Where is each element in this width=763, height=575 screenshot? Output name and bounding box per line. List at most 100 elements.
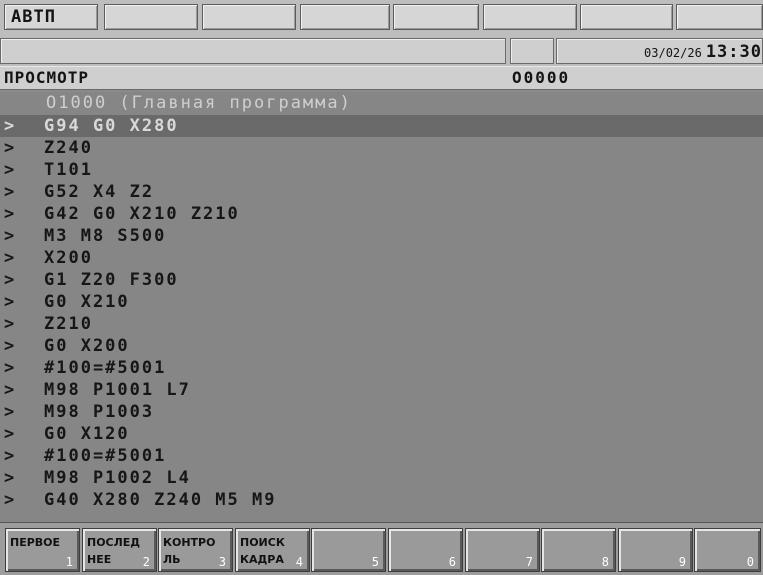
program-line[interactable]: > M98 P1003 — [0, 401, 763, 423]
program-line[interactable]: > G1 Z20 F300 — [0, 269, 763, 291]
line-code: G40 X280 Z240 M5 M9 — [44, 490, 277, 510]
line-marker: > — [4, 402, 15, 422]
program-line[interactable]: > G42 G0 X210 Z210 — [0, 203, 763, 225]
program-line[interactable]: > M3 M8 S500 — [0, 225, 763, 247]
softkey-7[interactable]: 7 — [465, 528, 540, 572]
line-code: G52 X4 Z2 — [44, 182, 155, 202]
softkey-number: 2 — [142, 555, 150, 569]
datetime-field: 03/02/26 13:30 — [556, 38, 763, 64]
line-code: G94 G0 X280 — [44, 116, 179, 136]
line-marker: > — [4, 204, 15, 224]
line-code: #100=#5001 — [44, 358, 167, 378]
line-code: T101 — [44, 160, 93, 180]
softkey-number: 9 — [678, 555, 686, 569]
softkey-label: КОНТРО ЛЬ — [163, 536, 216, 566]
program-line[interactable]: > G0 X120 — [0, 423, 763, 445]
screen-title: ПРОСМОТР — [4, 68, 90, 87]
mode-indicator: АВТП — [4, 4, 98, 30]
line-marker: > — [4, 248, 15, 268]
line-code: M98 P1002 L4 — [44, 468, 191, 488]
softkey-label: ПОСЛЕД НЕЕ — [87, 536, 141, 566]
status-slot-1 — [104, 4, 198, 30]
time: 13:30 — [705, 42, 762, 62]
softkey-number: 6 — [448, 555, 456, 569]
line-code: G42 G0 X210 Z210 — [44, 204, 240, 224]
line-marker: > — [4, 270, 15, 290]
line-code: G1 Z20 F300 — [44, 270, 179, 290]
status-slot-2 — [202, 4, 296, 30]
line-marker: > — [4, 314, 15, 334]
softkey-number: 0 — [746, 555, 754, 569]
softkey-number: 4 — [295, 555, 303, 569]
line-marker: > — [4, 292, 15, 312]
line-marker: > — [4, 424, 15, 444]
status-slot-6 — [580, 4, 673, 30]
line-code: Z240 — [44, 138, 93, 158]
line-marker: > — [4, 116, 15, 136]
softkey-4[interactable]: ПОИСК КАДРА 4 — [235, 528, 310, 572]
status-header: АВТП 03/02/26 13:30 — [0, 0, 763, 68]
date: 03/02/26 — [644, 46, 702, 60]
softkey-1[interactable]: ПЕРВОЕ 1 — [5, 528, 80, 572]
line-marker: > — [4, 446, 15, 466]
line-code: M3 M8 S500 — [44, 226, 167, 246]
line-marker: > — [4, 138, 15, 158]
program-line[interactable]: > G0 X210 — [0, 291, 763, 313]
line-code: G0 X120 — [44, 424, 130, 444]
program-line[interactable]: > G52 X4 Z2 — [0, 181, 763, 203]
status-slot-3 — [300, 4, 390, 30]
line-code: Z210 — [44, 314, 93, 334]
datetime: 03/02/26 13:30 — [644, 39, 762, 65]
message-row: 03/02/26 13:30 — [0, 38, 763, 64]
alarm-field — [510, 38, 554, 64]
line-marker: > — [4, 226, 15, 246]
line-marker: > — [4, 358, 15, 378]
program-line[interactable]: > G40 X280 Z240 M5 M9 — [0, 489, 763, 511]
program-line[interactable]: > T101 — [0, 159, 763, 181]
softkey-number: 3 — [218, 555, 226, 569]
screen-title-bar: ПРОСМОТР O0000 — [0, 66, 763, 90]
line-marker: > — [4, 468, 15, 488]
line-code: #100=#5001 — [44, 446, 167, 466]
program-listing[interactable]: O1000 (Главная программа) > G94 G0 X280 > Z… — [0, 92, 763, 522]
softkey-label: ПЕРВОЕ — [10, 536, 61, 549]
softkey-number: 5 — [371, 555, 379, 569]
program-line[interactable]: > X200 — [0, 247, 763, 269]
message-field — [0, 38, 506, 64]
line-code: G0 X210 — [44, 292, 130, 312]
program-line[interactable]: > G0 X200 — [0, 335, 763, 357]
softkey-3[interactable]: КОНТРО ЛЬ 3 — [158, 528, 233, 572]
program-line[interactable]: > Z240 — [0, 137, 763, 159]
line-code: M98 P1003 — [44, 402, 155, 422]
line-code: G0 X200 — [44, 336, 130, 356]
softkey-number: 7 — [525, 555, 533, 569]
line-marker: > — [4, 182, 15, 202]
program-line[interactable]: > #100=#5001 — [0, 357, 763, 379]
softkey-9[interactable]: 9 — [618, 528, 693, 572]
softkey-label: ПОИСК КАДРА — [240, 536, 285, 566]
softkey-bar: ПЕРВОЕ 1 ПОСЛЕД НЕЕ 2 КОНТРО ЛЬ 3 ПОИСК КАДРА 4… — [0, 522, 763, 575]
program-number: O0000 — [512, 68, 571, 87]
softkey-2[interactable]: ПОСЛЕД НЕЕ 2 — [82, 528, 157, 572]
line-marker: > — [4, 336, 15, 356]
line-marker: > — [4, 490, 15, 510]
status-slot-7 — [676, 4, 763, 30]
program-line[interactable]: > M98 P1001 L7 — [0, 379, 763, 401]
softkey-0[interactable]: 0 — [694, 528, 761, 572]
softkey-6[interactable]: 6 — [388, 528, 463, 572]
program-line[interactable]: > G94 G0 X280 — [0, 115, 763, 137]
status-slot-4 — [393, 4, 479, 30]
softkey-number: 8 — [601, 555, 609, 569]
status-slot-5 — [483, 4, 577, 30]
program-line[interactable]: > #100=#5001 — [0, 445, 763, 467]
program-header: O1000 (Главная программа) — [46, 93, 352, 113]
softkey-5[interactable]: 5 — [311, 528, 386, 572]
program-line[interactable]: > M98 P1002 L4 — [0, 467, 763, 489]
line-marker: > — [4, 160, 15, 180]
line-code: M98 P1001 L7 — [44, 380, 191, 400]
softkey-8[interactable]: 8 — [541, 528, 616, 572]
line-code: X200 — [44, 248, 93, 268]
line-marker: > — [4, 380, 15, 400]
softkey-number: 1 — [65, 555, 73, 569]
program-line[interactable]: > Z210 — [0, 313, 763, 335]
